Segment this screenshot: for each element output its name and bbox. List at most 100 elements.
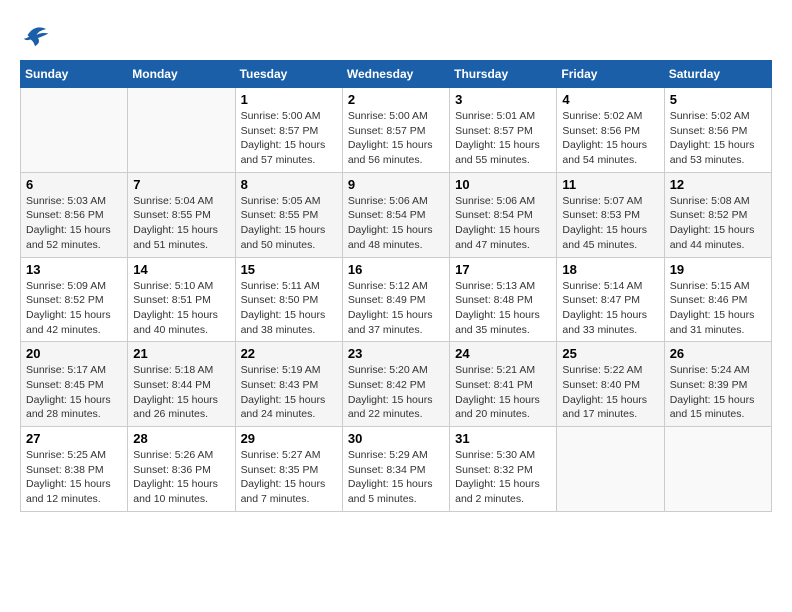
weekday-header: Friday xyxy=(557,61,664,88)
day-info: Sunrise: 5:19 AM Sunset: 8:43 PM Dayligh… xyxy=(241,363,337,422)
calendar-week-row: 13Sunrise: 5:09 AM Sunset: 8:52 PM Dayli… xyxy=(21,257,772,342)
day-info: Sunrise: 5:02 AM Sunset: 8:56 PM Dayligh… xyxy=(562,109,658,168)
day-info: Sunrise: 5:05 AM Sunset: 8:55 PM Dayligh… xyxy=(241,194,337,253)
day-number: 31 xyxy=(455,431,551,446)
calendar-cell: 13Sunrise: 5:09 AM Sunset: 8:52 PM Dayli… xyxy=(21,257,128,342)
day-info: Sunrise: 5:11 AM Sunset: 8:50 PM Dayligh… xyxy=(241,279,337,338)
day-info: Sunrise: 5:00 AM Sunset: 8:57 PM Dayligh… xyxy=(348,109,444,168)
day-number: 29 xyxy=(241,431,337,446)
day-number: 4 xyxy=(562,92,658,107)
calendar-cell: 26Sunrise: 5:24 AM Sunset: 8:39 PM Dayli… xyxy=(664,342,771,427)
day-number: 20 xyxy=(26,346,122,361)
day-info: Sunrise: 5:13 AM Sunset: 8:48 PM Dayligh… xyxy=(455,279,551,338)
day-number: 25 xyxy=(562,346,658,361)
header xyxy=(20,20,772,50)
weekday-header: Tuesday xyxy=(235,61,342,88)
calendar-cell: 19 Sunrise: 5:15 AM Sunset: 8:46 PM Dayli… xyxy=(664,257,771,342)
day-number: 27 xyxy=(26,431,122,446)
calendar-cell: 21 Sunrise: 5:18 AM Sunset: 8:44 PM Dayli… xyxy=(128,342,235,427)
day-number: 12 xyxy=(670,177,766,192)
weekday-header: Saturday xyxy=(664,61,771,88)
day-info: Sunrise: 5:12 AM Sunset: 8:49 PM Dayligh… xyxy=(348,279,444,338)
day-info: Sunrise: 5:14 AM Sunset: 8:47 PM Dayligh… xyxy=(562,279,658,338)
day-number: 6 xyxy=(26,177,122,192)
weekday-header-row: SundayMondayTuesdayWednesdayThursdayFrid… xyxy=(21,61,772,88)
day-number: 14 xyxy=(133,262,229,277)
calendar-cell: 3Sunrise: 5:01 AM Sunset: 8:57 PM Daylig… xyxy=(450,88,557,173)
calendar-week-row: 6 Sunrise: 5:03 AM Sunset: 8:56 PM Daylig… xyxy=(21,172,772,257)
day-number: 17 xyxy=(455,262,551,277)
calendar-cell: 14 Sunrise: 5:10 AM Sunset: 8:51 PM Dayli… xyxy=(128,257,235,342)
calendar-week-row: 20 Sunrise: 5:17 AM Sunset: 8:45 PM Dayli… xyxy=(21,342,772,427)
calendar-cell: 15 Sunrise: 5:11 AM Sunset: 8:50 PM Dayli… xyxy=(235,257,342,342)
day-number: 22 xyxy=(241,346,337,361)
weekday-header: Sunday xyxy=(21,61,128,88)
day-number: 11 xyxy=(562,177,658,192)
calendar-cell: 5 Sunrise: 5:02 AM Sunset: 8:56 PM Daylig… xyxy=(664,88,771,173)
day-number: 23 xyxy=(348,346,444,361)
day-number: 24 xyxy=(455,346,551,361)
calendar-cell: 22 Sunrise: 5:19 AM Sunset: 8:43 PM Dayli… xyxy=(235,342,342,427)
logo xyxy=(20,20,54,50)
calendar-cell: 30 Sunrise: 5:29 AM Sunset: 8:34 PM Dayli… xyxy=(342,427,449,512)
day-info: Sunrise: 5:18 AM Sunset: 8:44 PM Dayligh… xyxy=(133,363,229,422)
day-info: Sunrise: 5:00 AM Sunset: 8:57 PM Dayligh… xyxy=(241,109,337,168)
calendar-week-row: 27 Sunrise: 5:25 AM Sunset: 8:38 PM Dayli… xyxy=(21,427,772,512)
calendar-cell: 25 Sunrise: 5:22 AM Sunset: 8:40 PM Dayli… xyxy=(557,342,664,427)
day-info: Sunrise: 5:02 AM Sunset: 8:56 PM Dayligh… xyxy=(670,109,766,168)
day-number: 8 xyxy=(241,177,337,192)
day-info: Sunrise: 5:17 AM Sunset: 8:45 PM Dayligh… xyxy=(26,363,122,422)
calendar-cell: 28Sunrise: 5:26 AM Sunset: 8:36 PM Dayli… xyxy=(128,427,235,512)
calendar-week-row: 1Sunrise: 5:00 AM Sunset: 8:57 PM Daylig… xyxy=(21,88,772,173)
calendar: SundayMondayTuesdayWednesdayThursdayFrid… xyxy=(20,60,772,512)
calendar-cell: 2 Sunrise: 5:00 AM Sunset: 8:57 PM Daylig… xyxy=(342,88,449,173)
calendar-cell: 23 Sunrise: 5:20 AM Sunset: 8:42 PM Dayli… xyxy=(342,342,449,427)
calendar-cell: 4 Sunrise: 5:02 AM Sunset: 8:56 PM Daylig… xyxy=(557,88,664,173)
calendar-cell: 24 Sunrise: 5:21 AM Sunset: 8:41 PM Dayli… xyxy=(450,342,557,427)
calendar-cell: 1Sunrise: 5:00 AM Sunset: 8:57 PM Daylig… xyxy=(235,88,342,173)
day-number: 30 xyxy=(348,431,444,446)
day-number: 3 xyxy=(455,92,551,107)
day-info: Sunrise: 5:29 AM Sunset: 8:34 PM Dayligh… xyxy=(348,448,444,507)
day-info: Sunrise: 5:21 AM Sunset: 8:41 PM Dayligh… xyxy=(455,363,551,422)
calendar-cell: 20 Sunrise: 5:17 AM Sunset: 8:45 PM Dayli… xyxy=(21,342,128,427)
day-number: 26 xyxy=(670,346,766,361)
day-number: 7 xyxy=(133,177,229,192)
day-number: 18 xyxy=(562,262,658,277)
calendar-cell: 7Sunrise: 5:04 AM Sunset: 8:55 PM Daylig… xyxy=(128,172,235,257)
day-info: Sunrise: 5:06 AM Sunset: 8:54 PM Dayligh… xyxy=(455,194,551,253)
calendar-cell: 11Sunrise: 5:07 AM Sunset: 8:53 PM Dayli… xyxy=(557,172,664,257)
calendar-cell xyxy=(128,88,235,173)
calendar-cell xyxy=(21,88,128,173)
day-info: Sunrise: 5:03 AM Sunset: 8:56 PM Dayligh… xyxy=(26,194,122,253)
day-info: Sunrise: 5:22 AM Sunset: 8:40 PM Dayligh… xyxy=(562,363,658,422)
day-number: 2 xyxy=(348,92,444,107)
day-info: Sunrise: 5:15 AM Sunset: 8:46 PM Dayligh… xyxy=(670,279,766,338)
calendar-cell: 27 Sunrise: 5:25 AM Sunset: 8:38 PM Dayli… xyxy=(21,427,128,512)
weekday-header: Monday xyxy=(128,61,235,88)
calendar-cell: 9Sunrise: 5:06 AM Sunset: 8:54 PM Daylig… xyxy=(342,172,449,257)
weekday-header: Wednesday xyxy=(342,61,449,88)
calendar-cell: 31 Sunrise: 5:30 AM Sunset: 8:32 PM Dayli… xyxy=(450,427,557,512)
calendar-cell: 10Sunrise: 5:06 AM Sunset: 8:54 PM Dayli… xyxy=(450,172,557,257)
day-number: 21 xyxy=(133,346,229,361)
calendar-cell: 17 Sunrise: 5:13 AM Sunset: 8:48 PM Dayli… xyxy=(450,257,557,342)
day-number: 19 xyxy=(670,262,766,277)
calendar-cell: 6 Sunrise: 5:03 AM Sunset: 8:56 PM Daylig… xyxy=(21,172,128,257)
day-number: 5 xyxy=(670,92,766,107)
calendar-cell: 16 Sunrise: 5:12 AM Sunset: 8:49 PM Dayli… xyxy=(342,257,449,342)
day-info: Sunrise: 5:27 AM Sunset: 8:35 PM Dayligh… xyxy=(241,448,337,507)
day-info: Sunrise: 5:10 AM Sunset: 8:51 PM Dayligh… xyxy=(133,279,229,338)
day-info: Sunrise: 5:20 AM Sunset: 8:42 PM Dayligh… xyxy=(348,363,444,422)
calendar-cell: 29 Sunrise: 5:27 AM Sunset: 8:35 PM Dayli… xyxy=(235,427,342,512)
calendar-cell: 12Sunrise: 5:08 AM Sunset: 8:52 PM Dayli… xyxy=(664,172,771,257)
day-number: 16 xyxy=(348,262,444,277)
day-info: Sunrise: 5:09 AM Sunset: 8:52 PM Dayligh… xyxy=(26,279,122,338)
day-number: 9 xyxy=(348,177,444,192)
day-number: 15 xyxy=(241,262,337,277)
day-info: Sunrise: 5:25 AM Sunset: 8:38 PM Dayligh… xyxy=(26,448,122,507)
day-number: 28 xyxy=(133,431,229,446)
calendar-cell: 8 Sunrise: 5:05 AM Sunset: 8:55 PM Daylig… xyxy=(235,172,342,257)
weekday-header: Thursday xyxy=(450,61,557,88)
day-info: Sunrise: 5:30 AM Sunset: 8:32 PM Dayligh… xyxy=(455,448,551,507)
